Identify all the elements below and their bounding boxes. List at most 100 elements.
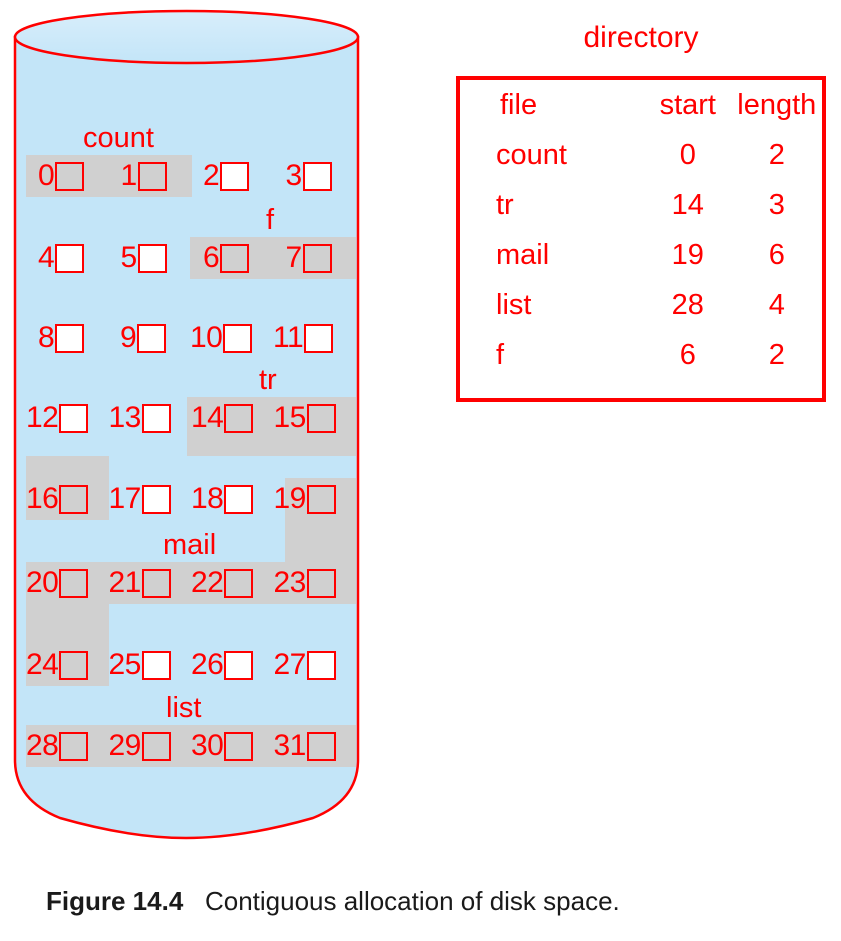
block-square <box>141 650 171 680</box>
block-cell-8[interactable]: 8 <box>26 323 108 353</box>
block-number: 6 <box>203 241 220 274</box>
block-square <box>306 731 336 761</box>
block-square <box>302 243 332 273</box>
directory-box: file start length count 0 2 tr 14 3 mail <box>456 76 826 402</box>
block-square <box>224 484 254 514</box>
block-square <box>224 731 254 761</box>
block-cell-23[interactable]: 23 <box>274 568 357 598</box>
cell-start: 6 <box>679 338 696 371</box>
block-cell-13[interactable]: 13 <box>109 403 192 433</box>
block-square <box>59 484 89 514</box>
block-square <box>59 650 89 680</box>
block-number: 27 <box>273 648 307 681</box>
block-cell-28[interactable]: 28 <box>26 731 109 761</box>
block-cell-6[interactable]: 6 <box>191 243 274 273</box>
directory-table-body: count 0 2 tr 14 3 mail 19 6 list 28 4 f … <box>460 130 822 380</box>
block-number: 7 <box>285 241 303 274</box>
block-square <box>223 323 253 353</box>
block-square <box>55 243 85 273</box>
block-number: 5 <box>120 241 138 274</box>
block-cell-29[interactable]: 29 <box>109 731 192 761</box>
block-number: 28 <box>26 729 59 762</box>
cell-file: tr <box>496 188 514 221</box>
block-row-3: 12 13 14 15 <box>26 397 356 439</box>
block-number: 12 <box>26 401 59 434</box>
block-cell-12[interactable]: 12 <box>26 403 109 433</box>
block-cell-17[interactable]: 17 <box>109 484 192 514</box>
figure-caption-label: Figure 14.4 <box>46 886 184 916</box>
block-square <box>224 403 254 433</box>
block-cell-20[interactable]: 20 <box>26 568 109 598</box>
block-square <box>59 403 89 433</box>
block-cell-0[interactable]: 0 <box>26 161 109 191</box>
column-header-length: length <box>737 88 817 121</box>
block-cell-14[interactable]: 14 <box>191 403 274 433</box>
directory-title: directory <box>583 21 699 54</box>
block-cell-24[interactable]: 24 <box>26 650 109 680</box>
block-cell-16[interactable]: 16 <box>26 484 109 514</box>
cell-file: count <box>496 138 567 171</box>
block-cell-22[interactable]: 22 <box>191 568 274 598</box>
block-cell-5[interactable]: 5 <box>109 243 192 273</box>
block-cell-18[interactable]: 18 <box>191 484 274 514</box>
block-row-5: 20 21 22 23 <box>26 562 356 604</box>
block-square <box>55 161 85 191</box>
figure-caption: Figure 14.4 Contiguous allocation of dis… <box>46 886 806 916</box>
block-number: 26 <box>191 648 224 681</box>
cell-file: mail <box>496 238 550 271</box>
block-cell-10[interactable]: 10 <box>190 323 273 353</box>
block-cell-4[interactable]: 4 <box>26 243 109 273</box>
cell-length: 2 <box>768 138 785 171</box>
block-number: 23 <box>273 566 307 599</box>
block-square <box>141 568 171 598</box>
block-number: 15 <box>273 401 307 434</box>
block-square <box>137 243 167 273</box>
block-cell-2[interactable]: 2 <box>191 161 274 191</box>
block-cell-11[interactable]: 11 <box>273 323 356 353</box>
block-cell-31[interactable]: 31 <box>274 731 357 761</box>
block-number: 21 <box>108 566 142 599</box>
block-number: 0 <box>38 159 55 192</box>
block-square <box>224 568 254 598</box>
cell-length: 2 <box>768 338 785 371</box>
block-number: 2 <box>203 159 220 192</box>
block-square <box>224 650 254 680</box>
block-cell-9[interactable]: 9 <box>108 323 190 353</box>
block-square <box>55 323 85 353</box>
block-number: 17 <box>108 482 142 515</box>
cell-length: 6 <box>768 238 785 271</box>
table-row: mail 19 6 <box>460 230 822 280</box>
block-square <box>306 484 336 514</box>
block-number: 3 <box>285 159 303 192</box>
cell-start: 19 <box>671 238 704 271</box>
block-cell-3[interactable]: 3 <box>274 161 357 191</box>
block-number: 24 <box>26 648 59 681</box>
block-number: 9 <box>120 321 137 354</box>
block-square <box>137 323 167 353</box>
block-square <box>141 731 171 761</box>
cell-file: f <box>496 338 505 371</box>
cell-length: 4 <box>768 288 785 321</box>
block-square <box>220 243 250 273</box>
block-cell-25[interactable]: 25 <box>109 650 192 680</box>
block-number: 30 <box>191 729 224 762</box>
block-cell-15[interactable]: 15 <box>274 403 357 433</box>
block-number: 22 <box>191 566 224 599</box>
block-cell-7[interactable]: 7 <box>274 243 357 273</box>
block-cell-26[interactable]: 26 <box>191 650 274 680</box>
block-number: 18 <box>191 482 224 515</box>
block-cell-27[interactable]: 27 <box>274 650 357 680</box>
block-cell-21[interactable]: 21 <box>109 568 192 598</box>
table-row: list 28 4 <box>460 280 822 330</box>
column-header-start: start <box>659 88 716 121</box>
block-number: 29 <box>108 729 142 762</box>
block-square <box>59 731 89 761</box>
block-cell-30[interactable]: 30 <box>191 731 274 761</box>
block-square <box>141 484 171 514</box>
block-row-4: 16 17 18 19 <box>26 478 356 520</box>
block-square <box>306 403 336 433</box>
block-cell-1[interactable]: 1 <box>109 161 192 191</box>
block-square <box>306 568 336 598</box>
block-row-1: 4 5 6 7 <box>26 237 356 279</box>
block-cell-19[interactable]: 19 <box>274 484 357 514</box>
